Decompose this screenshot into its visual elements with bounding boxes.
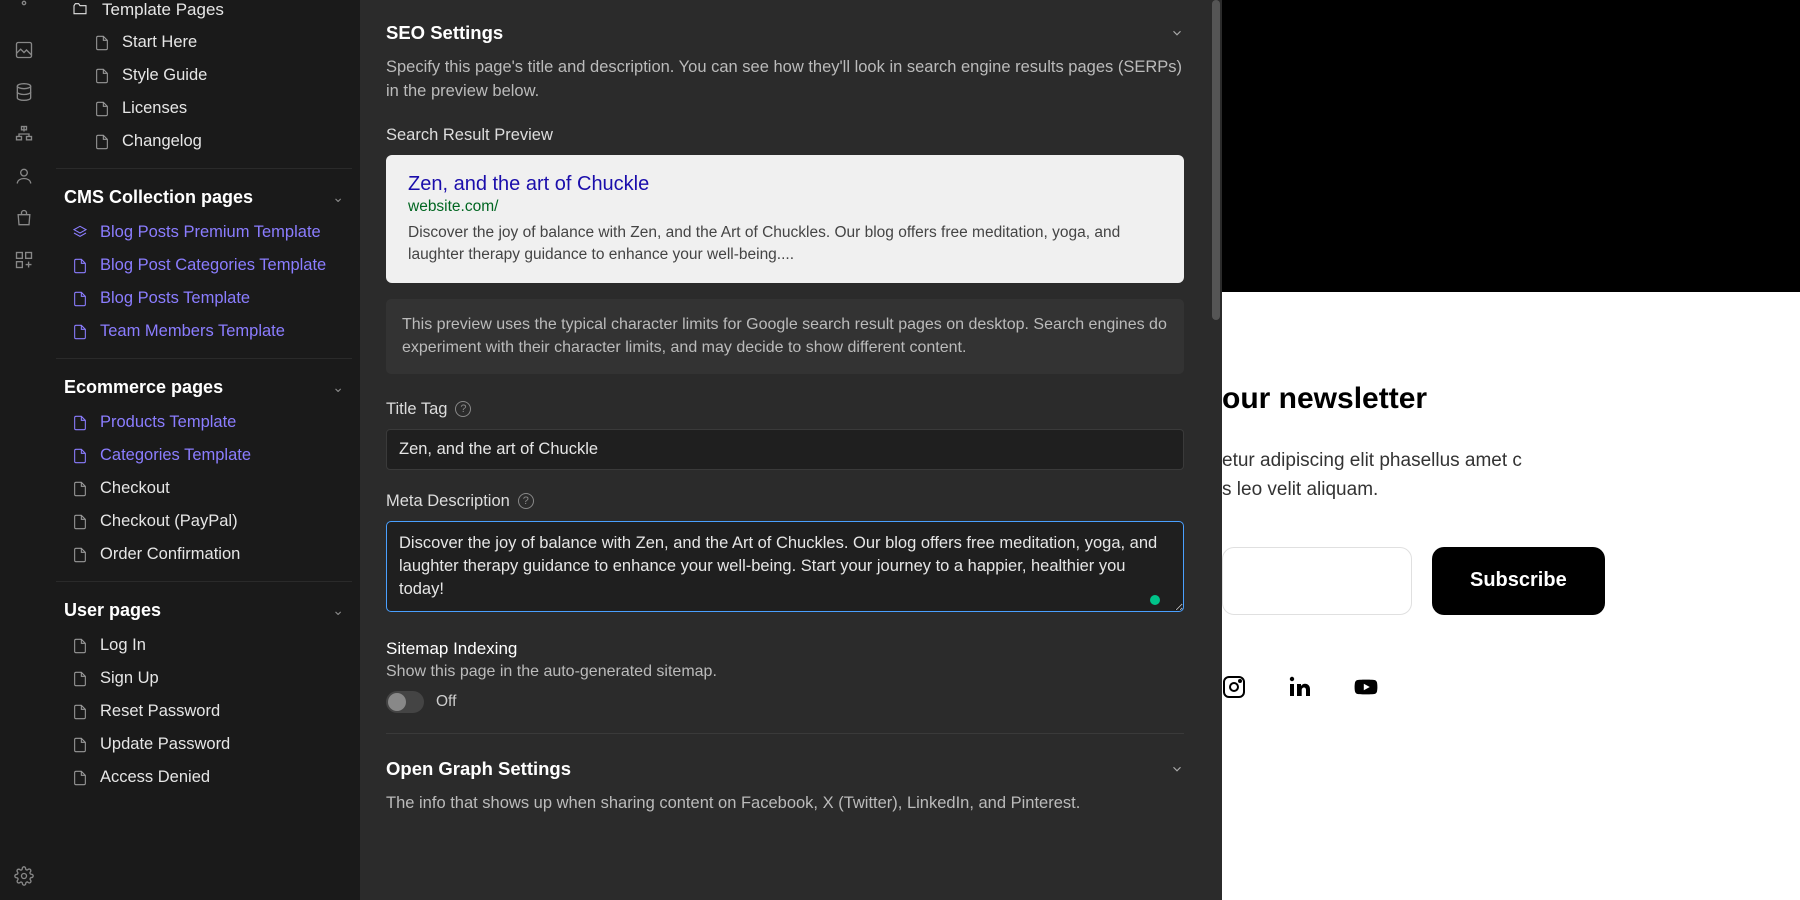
sidebar-item-order-confirmation[interactable]: Order Confirmation [56,538,352,571]
page-icon [94,68,110,84]
user-icon[interactable] [14,166,34,186]
scrollbar-thumb[interactable] [1212,0,1220,320]
settings-panel: SEO Settings Specify this page's title a… [360,0,1222,900]
sitemap-toggle[interactable] [386,691,424,713]
seo-description: Specify this page's title and descriptio… [386,56,1184,104]
page-icon [72,547,88,563]
newsletter-title: our newsletter [1222,382,1800,416]
section-user-pages[interactable]: User pages ⌄ [56,592,352,629]
meta-description-label: Meta Description ? [386,492,1184,511]
preview-newsletter-section: our newsletter etur adipiscing elit phas… [1222,292,1800,739]
meta-description-input[interactable] [386,521,1184,612]
sitemap-state: Off [436,693,456,711]
sidebar-item-checkout[interactable]: Checkout [56,472,352,505]
search-preview-label: Search Result Preview [386,126,1184,145]
sidebar-item-team-members[interactable]: Team Members Template [56,315,352,348]
page-icon [72,481,88,497]
sidebar-item-blog-posts[interactable]: Blog Posts Template [56,282,352,315]
apps-icon[interactable] [14,250,34,270]
serp-url: website.com/ [408,198,1162,216]
chevron-down-icon [1170,26,1184,40]
instagram-icon[interactable] [1222,675,1246,699]
sidebar-item-signup[interactable]: Sign Up [56,662,352,695]
page-icon [72,258,88,274]
page-icon [72,415,88,431]
page-icon [72,770,88,786]
bag-icon[interactable] [14,208,34,228]
folder-template-pages[interactable]: Template Pages [56,0,352,26]
preview-hero [1222,0,1800,292]
page-icon [94,35,110,51]
sidebar-item-reset-password[interactable]: Reset Password [56,695,352,728]
social-links [1222,675,1800,699]
sidebar-item-access-denied[interactable]: Access Denied [56,761,352,794]
serp-preview: Zen, and the art of Chuckle website.com/… [386,155,1184,283]
og-description: The info that shows up when sharing cont… [386,792,1184,816]
stack-icon [72,225,88,241]
title-tag-input[interactable] [386,429,1184,470]
page-preview: our newsletter etur adipiscing elit phas… [1222,0,1800,900]
accordion-seo-settings[interactable]: SEO Settings [386,18,1184,56]
page-icon [94,134,110,150]
sidebar-item-categories-template[interactable]: Categories Template [56,439,352,472]
sidebar-item-start-here[interactable]: Start Here [56,26,352,59]
section-cms-pages[interactable]: CMS Collection pages ⌄ [56,179,352,216]
sidebar-item-blog-posts-premium[interactable]: Blog Posts Premium Template [56,216,352,249]
sidebar-item-products-template[interactable]: Products Template [56,406,352,439]
page-icon [72,514,88,530]
subscribe-button[interactable]: Subscribe [1432,547,1605,615]
page-icon [72,638,88,654]
status-dot-icon [1150,595,1160,605]
help-icon[interactable]: ? [455,401,471,417]
sidebar-item-licenses[interactable]: Licenses [56,92,352,125]
chevron-down-icon: ⌄ [332,189,344,206]
page-icon [72,291,88,307]
serp-snippet: Discover the joy of balance with Zen, an… [408,222,1162,265]
serp-info-note: This preview uses the typical character … [386,299,1184,373]
page-icon [72,704,88,720]
sidebar-item-update-password[interactable]: Update Password [56,728,352,761]
accordion-open-graph[interactable]: Open Graph Settings [386,754,1184,792]
title-tag-label: Title Tag ? [386,400,1184,419]
settings-icon[interactable] [14,866,34,886]
database-icon[interactable] [14,82,34,102]
sidebar-item-checkout-paypal[interactable]: Checkout (PayPal) [56,505,352,538]
page-icon [72,737,88,753]
newsletter-body: etur adipiscing elit phasellus amet c s … [1222,446,1800,505]
sidebar-item-changelog[interactable]: Changelog [56,125,352,158]
page-icon [94,101,110,117]
linkedin-icon[interactable] [1288,675,1312,699]
page-icon [72,671,88,687]
page-icon [72,448,88,464]
sitemap-label: Sitemap Indexing [386,639,1184,659]
sitemap-icon[interactable] [14,124,34,144]
icon-rail [0,0,48,900]
folder-icon [72,1,90,19]
chevron-down-icon: ⌄ [332,602,344,619]
chevron-down-icon: ⌄ [332,379,344,396]
sidebar: Template Pages Start Here Style Guide Li… [48,0,360,900]
sidebar-item-style-guide[interactable]: Style Guide [56,59,352,92]
sidebar-item-login[interactable]: Log In [56,629,352,662]
image-icon[interactable] [14,40,34,60]
chevron-down-icon [1170,762,1184,776]
sitemap-description: Show this page in the auto-generated sit… [386,663,1184,681]
sidebar-item-blog-post-categories[interactable]: Blog Post Categories Template [56,249,352,282]
help-icon[interactable]: ? [518,493,534,509]
page-icon [72,324,88,340]
section-ecommerce-pages[interactable]: Ecommerce pages ⌄ [56,369,352,406]
email-field[interactable] [1222,547,1412,615]
serp-title: Zen, and the art of Chuckle [408,173,1162,196]
youtube-icon[interactable] [1354,675,1378,699]
folder-label: Template Pages [102,0,224,20]
